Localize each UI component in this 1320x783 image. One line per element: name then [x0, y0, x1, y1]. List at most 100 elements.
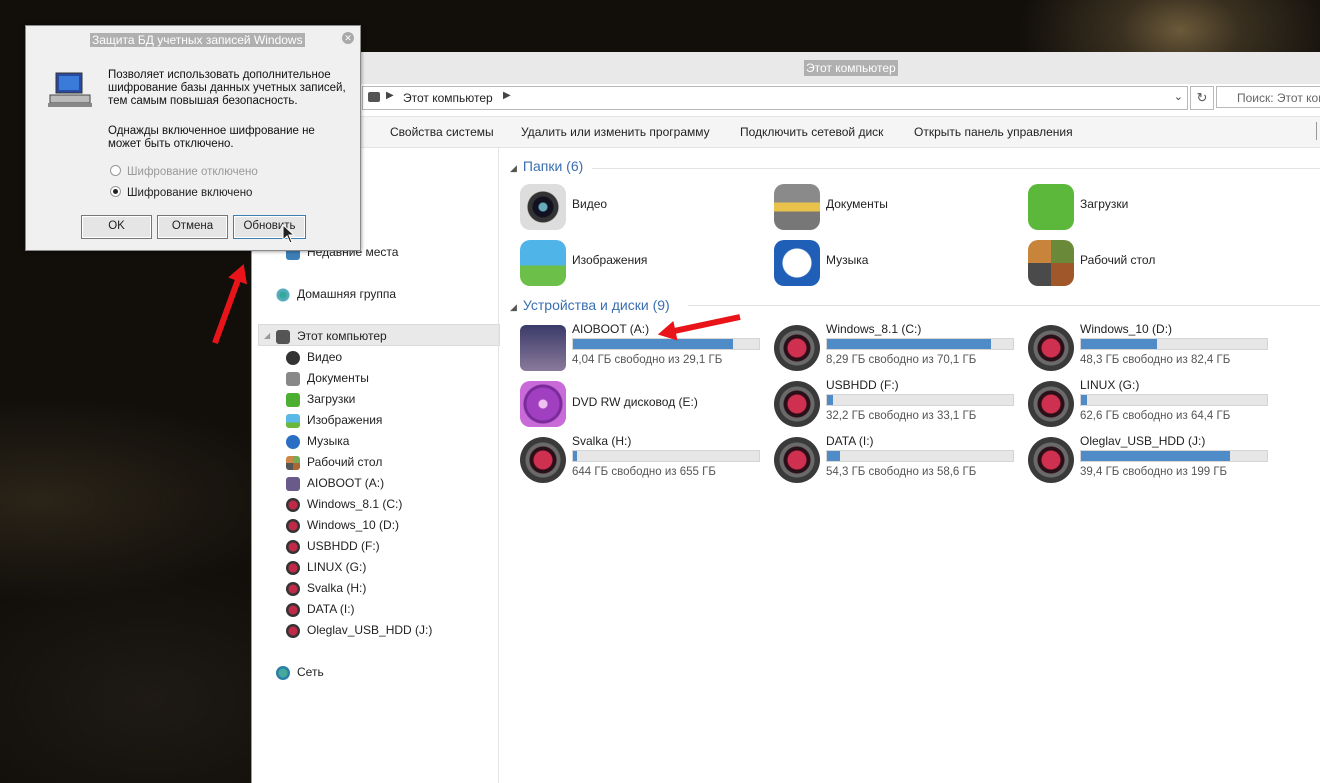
collapse-icon[interactable]: ◢ — [264, 326, 270, 346]
radio-selected-icon — [110, 186, 121, 197]
refresh-button[interactable]: ↻ — [1190, 86, 1214, 110]
drive-h[interactable]: Svalka (H:) 644 ГБ свободно из 655 ГБ — [520, 434, 770, 486]
drive-dvd[interactable]: DVD RW дисковод (E:) — [520, 378, 770, 430]
drive-usage-bar — [1080, 394, 1268, 406]
video-folder-icon — [520, 184, 566, 230]
drive-j[interactable]: Oleglav_USB_HDD (J:) 39,4 ГБ свободно из… — [1028, 434, 1278, 486]
hard-drive-icon — [286, 623, 300, 638]
drive-usage-bar — [572, 450, 760, 462]
drive-f[interactable]: USBHDD (F:) 32,2 ГБ свободно из 33,1 ГБ — [774, 378, 1024, 430]
hard-drive-icon — [286, 560, 300, 575]
dialog-warning: Однажды включенное шифрование не может б… — [108, 125, 315, 150]
downloads-icon — [286, 392, 300, 407]
group-divider — [688, 305, 1320, 306]
drive-usage-fill — [1081, 339, 1158, 349]
network-icon — [276, 665, 290, 680]
nav-drive-c[interactable]: Windows_8.1 (C:) — [286, 494, 402, 514]
nav-music[interactable]: Музыка — [286, 431, 349, 451]
music-icon — [286, 434, 300, 449]
mouse-cursor-icon — [282, 224, 296, 244]
nav-homegroup[interactable]: Домашняя группа — [276, 284, 396, 304]
hard-drive-icon — [286, 539, 300, 554]
folder-desktop[interactable]: Рабочий стол — [1028, 238, 1278, 288]
collapse-icon[interactable]: ◢ — [510, 163, 517, 173]
hard-drive-icon — [286, 581, 300, 596]
drive-usage-fill — [827, 451, 841, 461]
pictures-icon — [286, 413, 300, 428]
devices-group-header[interactable]: ◢ Устройства и диски (9) — [510, 297, 670, 313]
folder-documents[interactable]: Документы — [774, 182, 1024, 232]
drive-usage-fill — [573, 339, 733, 349]
nav-desktop[interactable]: Рабочий стол — [286, 452, 382, 472]
breadcrumb-chevron-icon[interactable]: ▶ — [503, 90, 511, 101]
nav-documents[interactable]: Документы — [286, 368, 369, 388]
drive-c[interactable]: Windows_8.1 (C:) 8,29 ГБ свободно из 70,… — [774, 322, 1024, 374]
drive-usage-bar — [826, 450, 1014, 462]
collapse-icon[interactable]: ◢ — [510, 302, 517, 312]
drive-g[interactable]: LINUX (G:) 62,6 ГБ свободно из 64,4 ГБ — [1028, 378, 1278, 430]
address-bar[interactable]: ▶ Этот компьютер ▶ ⌄ — [362, 86, 1188, 110]
ribbon-divider — [1316, 122, 1320, 140]
close-icon[interactable]: ✕ — [342, 32, 354, 44]
drive-usage-fill — [827, 395, 833, 405]
breadcrumb-chevron-icon[interactable]: ▶ — [386, 90, 394, 101]
drive-d[interactable]: Windows_10 (D:) 48,3 ГБ свободно из 82,4… — [1028, 322, 1278, 374]
encryption-off-radio[interactable]: Шифрование отключено — [110, 165, 258, 178]
explorer-titlebar[interactable]: Этот компьютер — [252, 52, 1320, 84]
hard-drive-icon — [1028, 437, 1074, 483]
cancel-button[interactable]: Отмена — [157, 215, 228, 239]
search-input[interactable]: Поиск: Этот компьютер — [1216, 86, 1320, 108]
explorer-window: Этот компьютер ▶ Этот компьютер ▶ ⌄ ↻ По… — [251, 52, 1320, 783]
drive-usage-fill — [827, 339, 991, 349]
drive-usage-bar — [1080, 338, 1268, 350]
nav-drive-f[interactable]: USBHDD (F:) — [286, 536, 380, 556]
drive-usage-fill — [573, 451, 577, 461]
nav-videos[interactable]: Видео — [286, 347, 342, 367]
nav-drive-i[interactable]: DATA (I:) — [286, 599, 355, 619]
video-icon — [286, 350, 300, 365]
folder-pictures[interactable]: Изображения — [520, 238, 770, 288]
nav-drive-j[interactable]: Oleglav_USB_HDD (J:) — [286, 620, 432, 640]
downloads-folder-icon — [1028, 184, 1074, 230]
computer-icon — [368, 92, 380, 102]
dialog-title: Защита БД учетных записей Windows — [90, 33, 305, 47]
nav-drive-g[interactable]: LINUX (G:) — [286, 557, 366, 577]
folder-videos[interactable]: Видео — [520, 182, 770, 232]
ribbon-toolbar: Свойства системы Удалить или изменить пр… — [252, 116, 1320, 148]
hard-drive-icon — [774, 325, 820, 371]
pane-divider[interactable] — [498, 148, 499, 783]
nav-drive-h[interactable]: Svalka (H:) — [286, 578, 366, 598]
computer-icon — [48, 72, 92, 107]
breadcrumb-this-pc[interactable]: Этот компьютер — [403, 91, 493, 105]
hard-drive-icon — [286, 602, 300, 617]
hard-drive-icon — [1028, 381, 1074, 427]
folders-group-header[interactable]: ◢ Папки (6) — [510, 158, 583, 174]
folder-music[interactable]: Музыка — [774, 238, 1024, 288]
system-properties-button[interactable]: Свойства системы — [390, 125, 494, 139]
drive-aioboot[interactable]: AIOBOOT (A:) 4,04 ГБ свободно из 29,1 ГБ — [520, 322, 770, 374]
nav-drive-a[interactable]: AIOBOOT (A:) — [286, 473, 384, 493]
encryption-on-radio[interactable]: Шифрование включено — [110, 186, 252, 199]
window-title: Этот компьютер — [804, 60, 898, 76]
ok-button[interactable]: OK — [81, 215, 152, 239]
folder-downloads[interactable]: Загрузки — [1028, 182, 1278, 232]
drive-i[interactable]: DATA (I:) 54,3 ГБ свободно из 58,6 ГБ — [774, 434, 1024, 486]
homegroup-icon — [276, 287, 290, 302]
desktop-folder-icon — [1028, 240, 1074, 286]
nav-this-pc[interactable]: ◢ Этот компьютер — [264, 326, 387, 346]
hard-drive-icon — [774, 437, 820, 483]
drive-usage-bar — [1080, 450, 1268, 462]
syskey-dialog: Защита БД учетных записей Windows ✕ Позв… — [25, 25, 361, 251]
nav-pictures[interactable]: Изображения — [286, 410, 382, 430]
music-folder-icon — [774, 240, 820, 286]
red-arrow-annotation — [212, 276, 242, 345]
chevron-down-icon[interactable]: ⌄ — [1174, 90, 1183, 103]
hard-drive-icon — [774, 381, 820, 427]
documents-folder-icon — [774, 184, 820, 230]
uninstall-program-button[interactable]: Удалить или изменить программу — [521, 125, 710, 139]
open-control-panel-button[interactable]: Открыть панель управления — [914, 125, 1073, 139]
map-network-drive-button[interactable]: Подключить сетевой диск — [740, 125, 883, 139]
nav-drive-d[interactable]: Windows_10 (D:) — [286, 515, 399, 535]
nav-downloads[interactable]: Загрузки — [286, 389, 355, 409]
nav-network[interactable]: Сеть — [276, 662, 324, 682]
